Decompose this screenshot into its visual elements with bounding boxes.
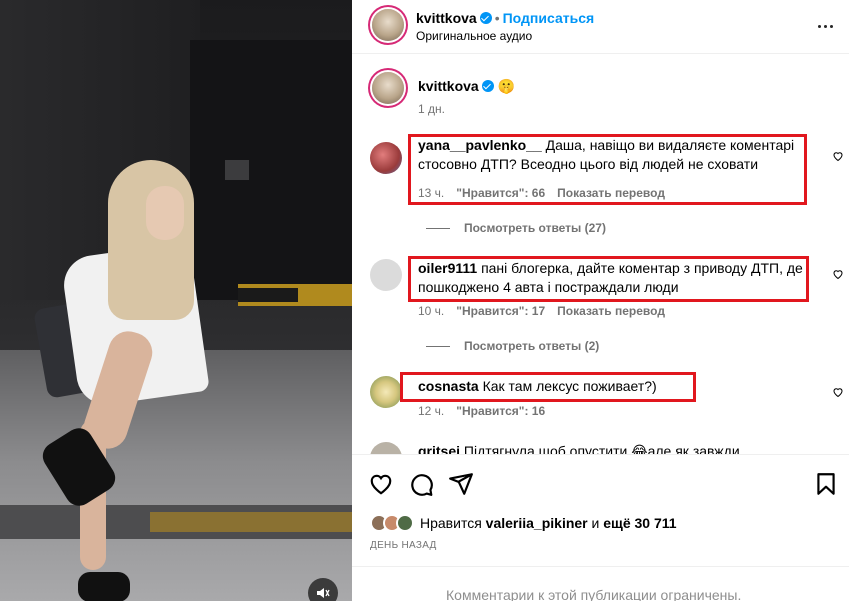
author-username[interactable]: kvittkova [418, 78, 479, 94]
heart-icon[interactable] [832, 268, 844, 280]
post-media[interactable] [0, 0, 352, 601]
caption-text: 🤫 [497, 78, 516, 94]
comment-body: Как там лексус поживает?) [482, 378, 657, 394]
media-figure [146, 186, 184, 240]
replies-divider [426, 345, 450, 347]
comment-text: gritsei Підтягнула щоб опустити 😂але як … [418, 442, 818, 454]
more-icon-dot [829, 24, 833, 28]
caption-time[interactable]: 1 дн. [418, 102, 445, 116]
likes-prefix: Нравится [420, 515, 482, 531]
comment-text: cosnasta Как там лексус поживает?) [418, 377, 808, 396]
media-background [225, 160, 249, 180]
save-icon[interactable] [813, 471, 839, 497]
header-title: kvittkova • Подписаться [416, 10, 594, 26]
more-options-button[interactable] [815, 16, 835, 36]
replies-label: Посмотреть ответы (2) [464, 339, 600, 353]
heart-icon[interactable] [832, 386, 844, 398]
view-replies-button[interactable]: Посмотреть ответы (27) [426, 221, 606, 235]
media-floor [150, 512, 352, 532]
media-figure [78, 572, 130, 601]
media-background [190, 40, 352, 300]
likes-count[interactable]: ещё 30 711 [603, 515, 676, 531]
comment-icon[interactable] [408, 471, 434, 497]
media-background [238, 288, 298, 302]
comment-meta: 12 ч. "Нравится": 16 [418, 404, 557, 418]
likes-summary: Нравится valeriia_pikiner и ещё 30 711 [370, 514, 677, 532]
media-figure [108, 160, 194, 320]
comment-body: Підтягнула щоб опустити 😂але як завжди [463, 443, 740, 454]
comment-likes[interactable]: "Нравится": 16 [456, 404, 545, 418]
comment-meta: 13 ч. "Нравится": 66 Показать перевод [418, 186, 677, 200]
comment-likes[interactable]: "Нравится": 66 [456, 186, 545, 200]
replies-label: Посмотреть ответы (27) [464, 221, 606, 235]
mute-button[interactable] [308, 578, 338, 601]
comment-text: yana__pavlenko__ Даша, навіщо ви видаляє… [418, 136, 808, 174]
share-icon[interactable] [448, 471, 474, 497]
verified-icon [479, 12, 492, 24]
comment-username[interactable]: gritsei [418, 443, 460, 454]
footer-text: Комментарии к этой публикации ограничены… [446, 587, 742, 601]
more-icon-dot [823, 24, 827, 28]
liker-avatars[interactable] [370, 514, 414, 532]
separator-dot: • [494, 10, 500, 26]
post-panel: kvittkova • Подписаться Оригинальное аудио… [352, 0, 849, 601]
verified-icon [481, 80, 494, 92]
post-actions [352, 454, 849, 514]
post-date[interactable]: ДЕНЬ НАЗАД [370, 540, 437, 551]
likes-and: и [591, 515, 600, 531]
caption-line: kvittkova 🤫 [418, 78, 515, 95]
comment-username[interactable]: cosnasta [418, 378, 479, 394]
heart-icon[interactable] [832, 150, 844, 162]
comment-time[interactable]: 10 ч. [418, 304, 444, 318]
avatar[interactable] [372, 72, 404, 104]
avatar[interactable] [372, 9, 404, 41]
comments-limited-notice: Комментарии к этой публикации ограничены… [352, 566, 849, 601]
mute-icon [317, 588, 330, 598]
follow-button[interactable]: Подписаться [503, 10, 595, 26]
comment-username[interactable]: yana__pavlenko__ [418, 137, 542, 153]
replies-divider [426, 227, 450, 229]
comment-text: oiler9111 пані блогерка, дайте коментар … [418, 259, 808, 297]
comment-time[interactable]: 12 ч. [418, 404, 444, 418]
comment-likes[interactable]: "Нравится": 17 [456, 304, 545, 318]
avatar[interactable] [370, 259, 402, 291]
comment-username[interactable]: oiler9111 [418, 260, 477, 276]
likes-user[interactable]: valeriia_pikiner [486, 515, 588, 531]
avatar[interactable] [370, 376, 402, 408]
translate-button[interactable]: Показать перевод [557, 304, 665, 318]
comment-time[interactable]: 13 ч. [418, 186, 444, 200]
author-username[interactable]: kvittkova [416, 10, 477, 26]
view-replies-button[interactable]: Посмотреть ответы (2) [426, 339, 599, 353]
heart-icon[interactable] [368, 471, 394, 497]
audio-link[interactable]: Оригинальное аудио [416, 29, 532, 43]
comment-item: gritsei Підтягнула щоб опустити 😂але як … [370, 442, 832, 454]
post-header: kvittkova • Подписаться Оригинальное аудио [352, 0, 849, 54]
avatar[interactable] [370, 142, 402, 174]
avatar [396, 514, 414, 532]
comment-meta: 10 ч. "Нравится": 17 Показать перевод [418, 304, 677, 318]
translate-button[interactable]: Показать перевод [557, 186, 665, 200]
more-icon [817, 24, 821, 28]
avatar[interactable] [370, 442, 402, 454]
